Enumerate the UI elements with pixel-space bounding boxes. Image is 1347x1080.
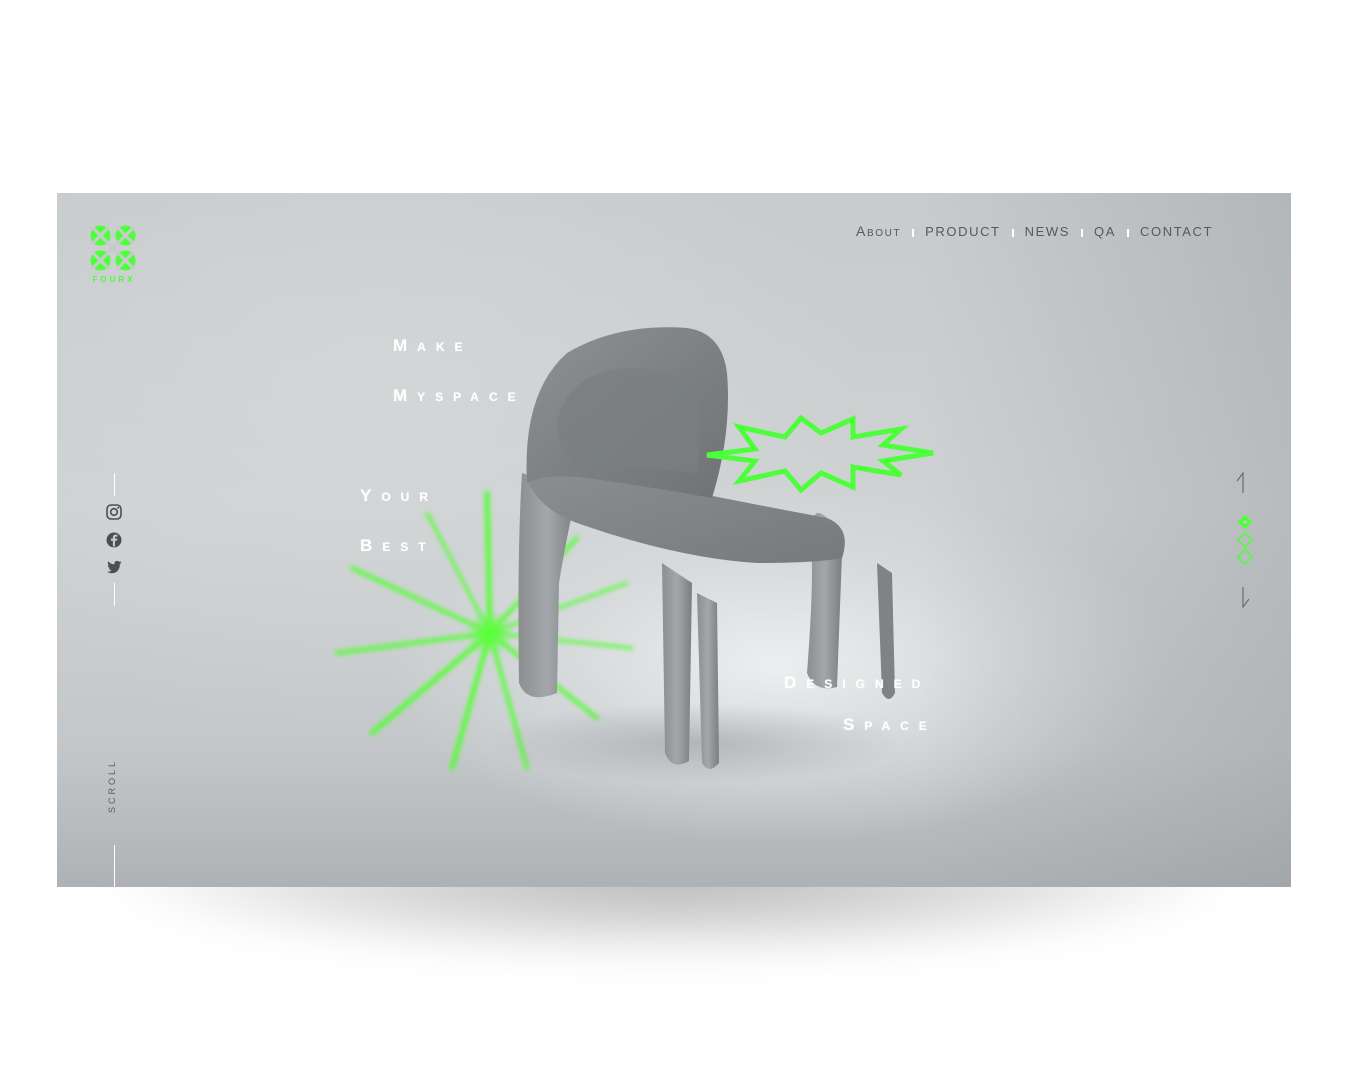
brand-name: FOURX — [92, 275, 136, 284]
pager-dot-3[interactable] — [1237, 549, 1253, 565]
hero-word-make: Make — [393, 336, 473, 355]
nav-separator — [912, 229, 915, 237]
hero-word-space: Space — [843, 715, 937, 734]
main-nav: About PRODUCT NEWS QA CONTACT — [856, 223, 1213, 239]
chair-image — [497, 327, 897, 783]
instagram-icon[interactable] — [105, 503, 123, 521]
pager-dot-2[interactable] — [1237, 532, 1253, 548]
arrow-down-icon[interactable] — [1238, 585, 1252, 609]
nav-item-product[interactable]: PRODUCT — [925, 224, 1000, 239]
hero-word-best: Best — [360, 536, 436, 555]
social-line-top — [114, 473, 115, 496]
hero-section: FOURX About PRODUCT NEWS QA CONTACT Make… — [57, 193, 1291, 887]
arrow-up-icon[interactable] — [1234, 471, 1248, 495]
hero-word-your: Your — [360, 486, 439, 505]
nav-item-news[interactable]: NEWS — [1025, 224, 1070, 239]
green-burst-outline-decoration — [706, 415, 934, 493]
brand-logo[interactable]: FOURX — [88, 223, 138, 284]
pager-dot-1[interactable] — [1237, 514, 1253, 530]
scroll-label: SCROLL — [107, 758, 117, 813]
fourx-logo-icon — [90, 225, 136, 271]
hero-word-designed: Designed — [784, 673, 931, 692]
nav-item-about[interactable]: About — [856, 223, 901, 239]
twitter-icon[interactable] — [105, 558, 123, 576]
scroll-line — [114, 845, 115, 887]
nav-separator — [1011, 229, 1014, 237]
social-line-bottom — [114, 583, 115, 606]
facebook-icon[interactable] — [105, 531, 123, 549]
nav-separator — [1127, 229, 1129, 237]
nav-item-contact[interactable]: CONTACT — [1140, 224, 1213, 239]
nav-separator — [1081, 229, 1084, 237]
nav-item-qa[interactable]: QA — [1094, 224, 1116, 239]
hero-word-myspace: Myspace — [393, 386, 526, 405]
